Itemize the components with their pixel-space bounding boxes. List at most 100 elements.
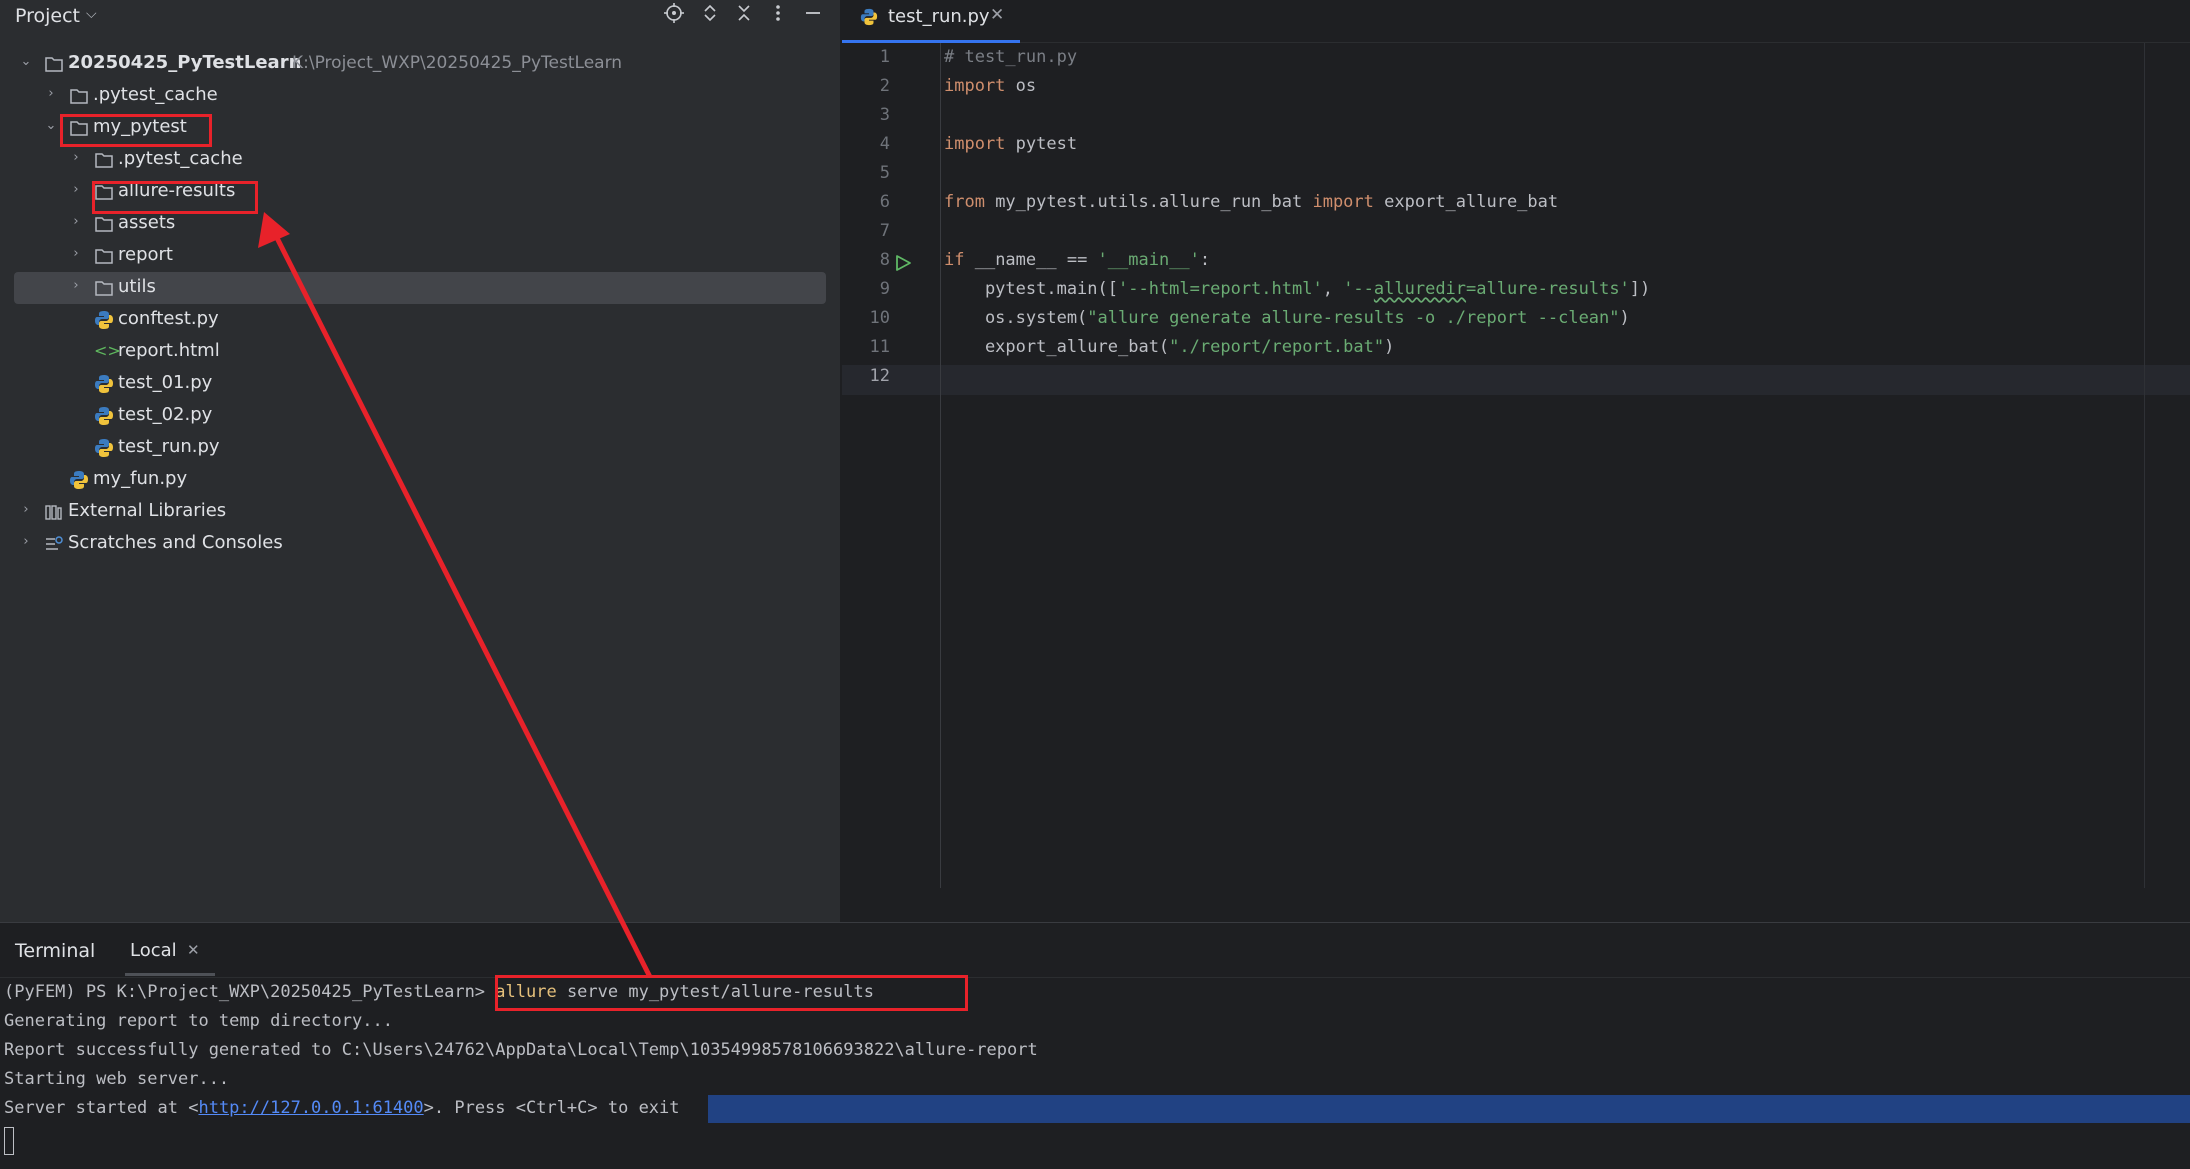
folder-icon [94,214,114,234]
chevron-right-icon[interactable]: › [69,150,83,165]
folder-icon [94,278,114,298]
minimize-icon[interactable] [801,3,825,28]
tab-label: test_run.py [888,6,990,27]
terminal-tab-local[interactable]: Local [130,940,177,961]
code-text: export_allure_bat( [944,337,1170,357]
code-text: pytest.main([ [944,279,1118,299]
code-string: "allure generate allure-results -o ./rep… [1087,308,1620,328]
code-text: my_pytest.utils.allure_run_bat [984,192,1313,212]
tree-item-label: my_fun.py [93,468,188,489]
project-header: Project ⌵ [0,0,840,33]
code-line-4[interactable]: import pytest [944,134,1077,154]
tree-item-conftest[interactable]: conftest.py [14,304,826,336]
code-line-9[interactable]: pytest.main(['--html=report.html', '--al… [944,279,1650,299]
scratches-icon [44,534,64,554]
right-margin-guide [2144,43,2145,888]
code-text: ]) [1629,279,1651,299]
code-line-10[interactable]: os.system("allure generate allure-result… [944,308,1630,328]
line-number: 4 [879,134,890,154]
tree-item-path: K:\Project_WXP\20250425_PyTestLearn [292,53,623,73]
tree-item-test-run[interactable]: test_run.py [14,432,826,464]
close-icon[interactable]: ✕ [187,941,200,959]
code-text: : [1199,250,1211,270]
tree-item-report-html[interactable]: <> report.html [14,336,826,368]
code-keyword: from [944,192,985,212]
chevron-down-icon[interactable]: ⌄ [19,54,33,69]
chevron-right-icon[interactable]: › [69,278,83,293]
tree-item-label: assets [118,212,176,233]
code-line-2[interactable]: import os [944,76,1036,96]
collapse-all-icon[interactable] [732,3,756,28]
code-line-6[interactable]: from my_pytest.utils.allure_run_bat impo… [944,192,1558,212]
terminal-text: >. Press <Ctrl+C> to exit [423,1098,680,1118]
chevron-right-icon[interactable]: › [44,86,58,101]
editor: test_run.py ✕ 1 2 3 4 5 6 7 8 9 10 11 12… [842,0,2190,922]
tree-item-label: .pytest_cache [93,84,218,105]
editor-tab-bar: test_run.py ✕ [842,0,2190,43]
code-line-8[interactable]: if __name__ == '__main__': [944,250,1210,270]
annotation-box-command [495,975,968,1011]
terminal-panel: Terminal Local ✕ (PyFEM) PS K:\Project_W… [0,922,2190,1169]
line-number: 8 [879,250,890,270]
chevron-right-icon[interactable]: › [69,214,83,229]
server-url-link[interactable]: http://127.0.0.1:61400 [198,1098,423,1118]
code-keyword: import [944,76,1006,96]
python-file-icon [69,470,89,490]
more-options-icon[interactable] [766,3,790,28]
line-number: 9 [879,279,890,299]
folder-icon [94,150,114,170]
close-icon[interactable]: ✕ [990,5,1004,25]
folder-icon [94,246,114,266]
python-file-icon [94,310,114,330]
tree-item-label: utils [118,276,156,297]
tree-item-utils[interactable]: › utils [14,272,826,304]
tree-item-label: test_run.py [118,436,220,457]
tree-item-project-root[interactable]: ⌄ 20250425_PyTestLearn K:\Project_WXP\20… [14,48,826,80]
python-file-icon [94,438,114,458]
expand-collapse-icon[interactable] [698,3,722,28]
line-number: 5 [879,163,890,183]
annotation-box-my-pytest [60,114,212,147]
chevron-down-icon[interactable]: ⌄ [44,118,58,133]
terminal-cursor[interactable] [4,1127,14,1155]
folder-icon [69,86,89,106]
code-text: ) [1619,308,1630,328]
tab-test-run-py[interactable]: test_run.py ✕ [842,0,1020,43]
terminal-output-line: Starting web server... [4,1069,230,1089]
chevron-down-icon[interactable]: ⌵ [86,6,97,22]
tree-item-pytest-cache-inner[interactable]: › .pytest_cache [14,144,826,176]
line-number: 2 [879,76,890,96]
tab-active-indicator [125,973,215,976]
chevron-right-icon[interactable]: › [19,534,33,549]
code-keyword: if [944,250,965,270]
tree-item-my-fun[interactable]: my_fun.py [14,464,826,496]
project-title[interactable]: Project [15,5,80,27]
run-icon[interactable] [894,254,912,277]
chevron-right-icon[interactable]: › [69,246,83,261]
tree-item-label: report.html [118,340,220,361]
tree-item-report[interactable]: › report [14,240,826,272]
annotation-box-allure-results [92,181,258,214]
terminal-output-line: Report successfully generated to C:\User… [4,1040,1038,1060]
editor-gutter: 1 2 3 4 5 6 7 8 9 10 11 12 [842,43,941,888]
code-line-11[interactable]: export_allure_bat("./report/report.bat") [944,337,1394,357]
terminal-selection [708,1095,2190,1123]
tree-item-test-01[interactable]: test_01.py [14,368,826,400]
tree-item-test-02[interactable]: test_02.py [14,400,826,432]
python-file-icon [860,8,878,31]
tree-item-pytest-cache[interactable]: › .pytest_cache [14,80,826,112]
html-file-icon: <> [94,341,121,360]
tree-item-external-libraries[interactable]: › External Libraries [14,496,826,528]
divider [0,977,2190,978]
terminal-output-line: Server started at <http://127.0.0.1:6140… [4,1098,680,1118]
code-line-1[interactable]: # test_run.py [944,47,1077,67]
folder-icon [44,54,64,74]
code-string: '-- [1343,279,1374,299]
chevron-right-icon[interactable]: › [69,182,83,197]
chevron-right-icon[interactable]: › [19,502,33,517]
locate-icon[interactable] [662,3,686,28]
tree-item-label: Scratches and Consoles [68,532,283,553]
terminal-title: Terminal [15,940,96,962]
line-number: 6 [879,192,890,212]
tree-item-scratches[interactable]: › Scratches and Consoles [14,528,826,560]
